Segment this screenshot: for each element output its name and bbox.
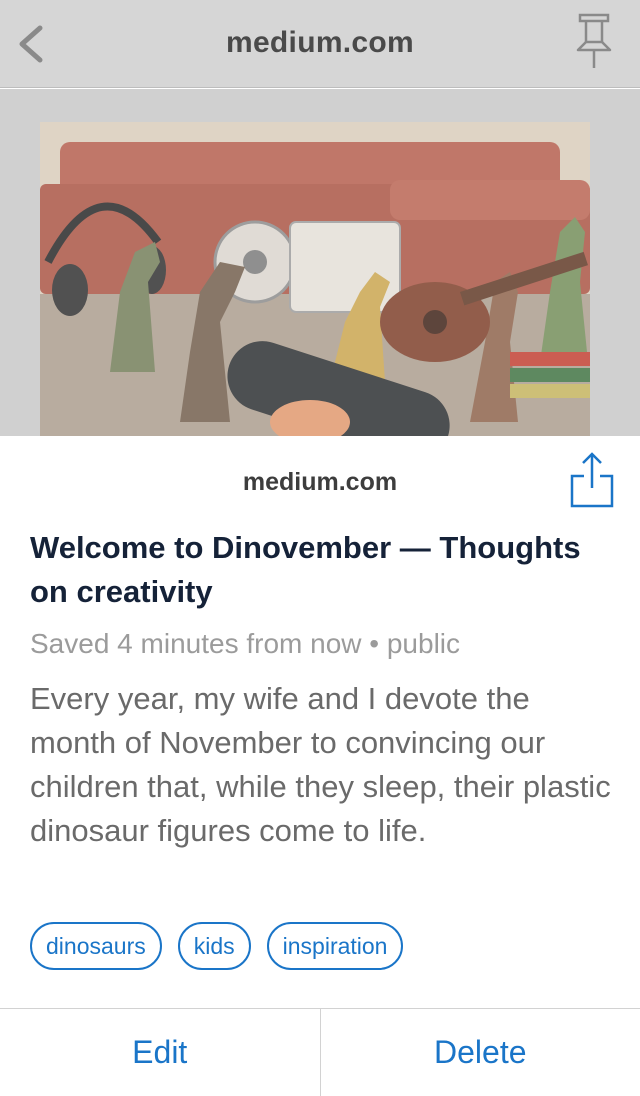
save-sheet: medium.com Welcome to Dinovember — Thoug…: [0, 436, 640, 1096]
article-page-background: [0, 89, 640, 436]
save-meta: Saved 4 minutes from now • public: [30, 628, 461, 659]
tag-list: dinosaurs kids inspiration: [30, 922, 404, 970]
hero-image: [40, 122, 590, 436]
edit-button[interactable]: Edit: [0, 1009, 320, 1096]
article-title: Welcome to Dinovember — Thoughts on crea…: [30, 530, 581, 609]
tag-chip[interactable]: kids: [177, 922, 251, 970]
sheet-domain: medium.com: [242, 468, 398, 496]
action-bar: Edit Delete: [0, 1008, 640, 1096]
tag-chip[interactable]: inspiration: [266, 922, 404, 970]
share-icon[interactable]: [568, 450, 616, 510]
pushpin-icon[interactable]: [574, 12, 614, 72]
delete-button[interactable]: Delete: [321, 1009, 640, 1096]
nav-title: medium.com: [225, 26, 415, 59]
nav-bar: medium.com: [0, 0, 640, 88]
article-excerpt: Every year, my wife and I devote the mon…: [30, 681, 611, 848]
tag-chip[interactable]: dinosaurs: [30, 922, 162, 970]
